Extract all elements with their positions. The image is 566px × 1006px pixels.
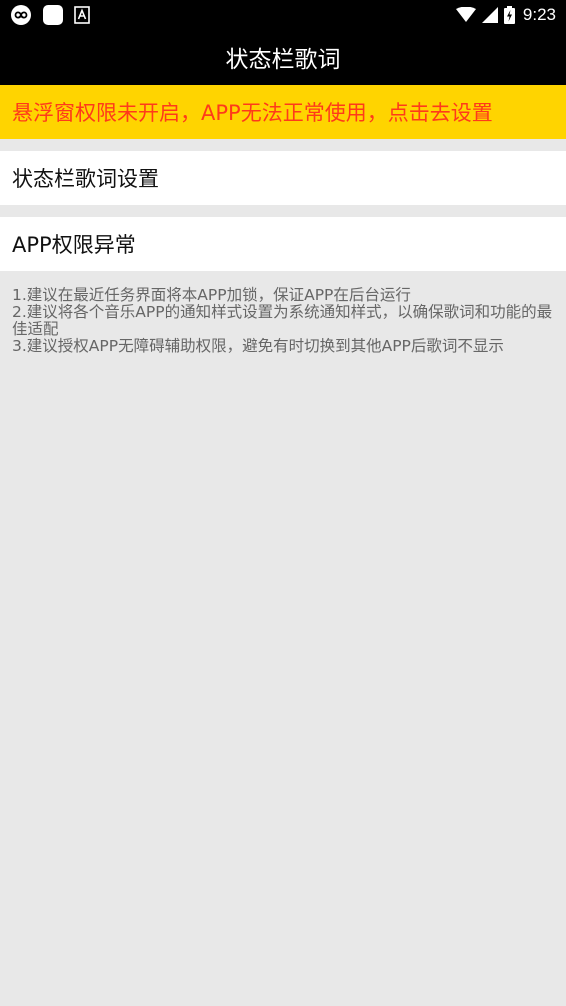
- tip-text: 2.建议将各个音乐APP的通知样式设置为系统通知样式，以确保歌词和功能的最佳适配: [12, 303, 553, 338]
- status-bar-left: [10, 4, 90, 26]
- app-header: 状态栏歌词: [0, 29, 566, 85]
- menu-item-lyrics-settings[interactable]: 状态栏歌词设置: [0, 151, 566, 205]
- app-square-icon: [42, 4, 64, 26]
- page-title: 状态栏歌词: [225, 47, 341, 73]
- clock-time: 9:23: [522, 4, 556, 24]
- a-box-icon: [74, 5, 90, 24]
- tips-section: 1.建议在最近任务界面将本APP加锁，保证APP在后台运行 2.建议将各个音乐A…: [0, 271, 566, 355]
- menu-item-label: 状态栏歌词设置: [12, 167, 159, 191]
- signal-icon: [481, 6, 498, 23]
- battery-charging-icon: [503, 5, 515, 24]
- section-gap: [0, 205, 566, 217]
- overlay-permission-warning-banner[interactable]: 悬浮窗权限未开启，APP无法正常使用，点击去设置: [0, 85, 566, 139]
- tip-text: 1.建议在最近任务界面将本APP加锁，保证APP在后台运行: [12, 286, 411, 304]
- warning-text: 悬浮窗权限未开启，APP无法正常使用，点击去设置: [12, 101, 493, 125]
- menu-item-label: APP权限异常: [12, 233, 136, 257]
- section-gap: [0, 139, 566, 151]
- status-bar-right: 9:23: [455, 4, 556, 25]
- wifi-icon: [455, 6, 476, 23]
- menu-item-app-permission-error[interactable]: APP权限异常: [0, 217, 566, 271]
- status-bar: 9:23: [0, 0, 566, 29]
- tip-text: 3.建议授权APP无障碍辅助权限，避免有时切换到其他APP后歌词不显示: [12, 337, 504, 355]
- infinity-icon: [10, 4, 32, 26]
